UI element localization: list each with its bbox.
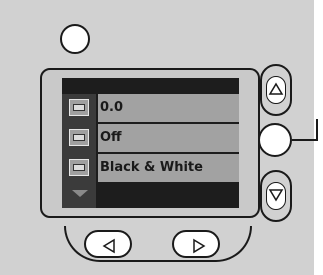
menu-item-color-mode[interactable]: Black & White [62, 154, 239, 182]
exposure-compensation-icon [69, 99, 89, 116]
menu-item-label: Black & White [98, 154, 239, 182]
left-button[interactable] [84, 230, 132, 258]
power-button[interactable] [60, 24, 90, 54]
down-button[interactable] [260, 170, 292, 222]
menu-item-label: Off [98, 124, 239, 152]
triangle-down-icon [268, 189, 284, 202]
menu-item-exposure[interactable]: 0.0 [62, 94, 239, 122]
triangle-up-icon [268, 82, 284, 95]
menu-item-label: 0.0 [98, 94, 239, 122]
right-button[interactable] [172, 230, 220, 258]
scroll-down-indicator-icon [72, 190, 88, 197]
ok-button[interactable] [258, 123, 292, 157]
callout-tick [316, 119, 318, 141]
flash-icon [69, 129, 89, 146]
callout-line [292, 139, 318, 141]
color-mode-icon [69, 159, 89, 176]
triangle-right-icon [193, 238, 206, 254]
camera-back-diagram: 0.0 Off Black & White [0, 0, 323, 275]
triangle-left-icon [102, 238, 115, 254]
lcd-header [62, 78, 239, 94]
menu-item-flash[interactable]: Off [62, 124, 239, 152]
lcd-screen: 0.0 Off Black & White [62, 78, 239, 208]
up-button[interactable] [260, 64, 292, 116]
